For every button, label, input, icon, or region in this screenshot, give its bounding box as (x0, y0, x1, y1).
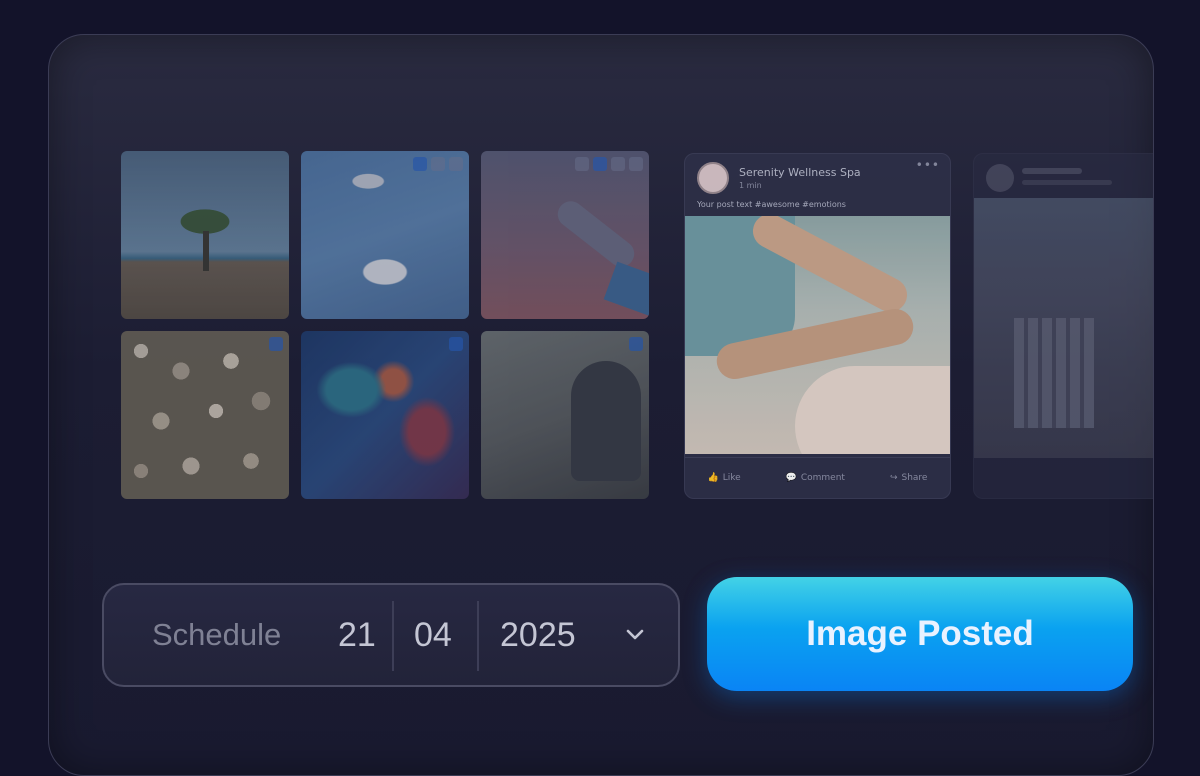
facebook-icon (269, 337, 283, 351)
image-gallery (121, 151, 651, 501)
schedule-year[interactable]: 2025 (500, 585, 576, 685)
post-time: 1 min (739, 181, 762, 190)
instagram-icon (575, 157, 589, 171)
schedule-month[interactable]: 04 (414, 585, 452, 685)
tiktok-icon (611, 157, 625, 171)
gallery-image-reader[interactable] (481, 331, 649, 499)
image-posted-button[interactable]: Image Posted (707, 577, 1133, 691)
facebook-icon (593, 157, 607, 171)
instagram-icon (431, 157, 445, 171)
divider (392, 601, 394, 671)
post-photo (974, 198, 1153, 458)
post-photo (685, 216, 950, 454)
share-label: Share (901, 473, 928, 483)
facebook-icon (413, 157, 427, 171)
share-button[interactable]: ↪ Share (890, 473, 928, 483)
thumbs-up-icon: 👍 (707, 473, 719, 483)
gallery-image-pebbles[interactable] (121, 331, 289, 499)
post-caption: Your post text #awesome #emotions (697, 200, 846, 209)
divider (477, 601, 479, 671)
gallery-image-hand[interactable] (481, 151, 649, 319)
more-options-icon[interactable]: ••• (916, 158, 940, 172)
chevron-down-icon[interactable] (624, 623, 646, 645)
gallery-image-paint[interactable] (301, 331, 469, 499)
comment-icon: 💬 (785, 473, 797, 483)
facebook-post-preview: Serenity Wellness Spa 1 min ••• Your pos… (684, 153, 951, 499)
x-icon (629, 157, 643, 171)
gallery-image-tree[interactable] (121, 151, 289, 319)
avatar (986, 164, 1014, 192)
facebook-icon (629, 337, 643, 351)
post-actions: 👍 Like 💬 Comment ↪ Share (685, 457, 950, 498)
comment-label: Comment (800, 473, 845, 483)
like-label: Like (722, 473, 741, 483)
schedule-label: Schedule (152, 617, 282, 652)
comment-button[interactable]: 💬 Comment (786, 473, 845, 483)
secondary-post-preview (973, 153, 1153, 499)
page-avatar (697, 162, 729, 194)
schedule-day[interactable]: 21 (338, 585, 376, 685)
gallery-image-flowers[interactable] (301, 151, 469, 319)
schedule-date-picker[interactable]: Schedule 21 04 2025 (102, 583, 680, 687)
page-name: Serenity Wellness Spa (739, 166, 861, 179)
facebook-icon (449, 337, 463, 351)
like-button[interactable]: 👍 Like (707, 473, 740, 483)
share-icon: ↪ (889, 473, 898, 483)
tiktok-icon (449, 157, 463, 171)
